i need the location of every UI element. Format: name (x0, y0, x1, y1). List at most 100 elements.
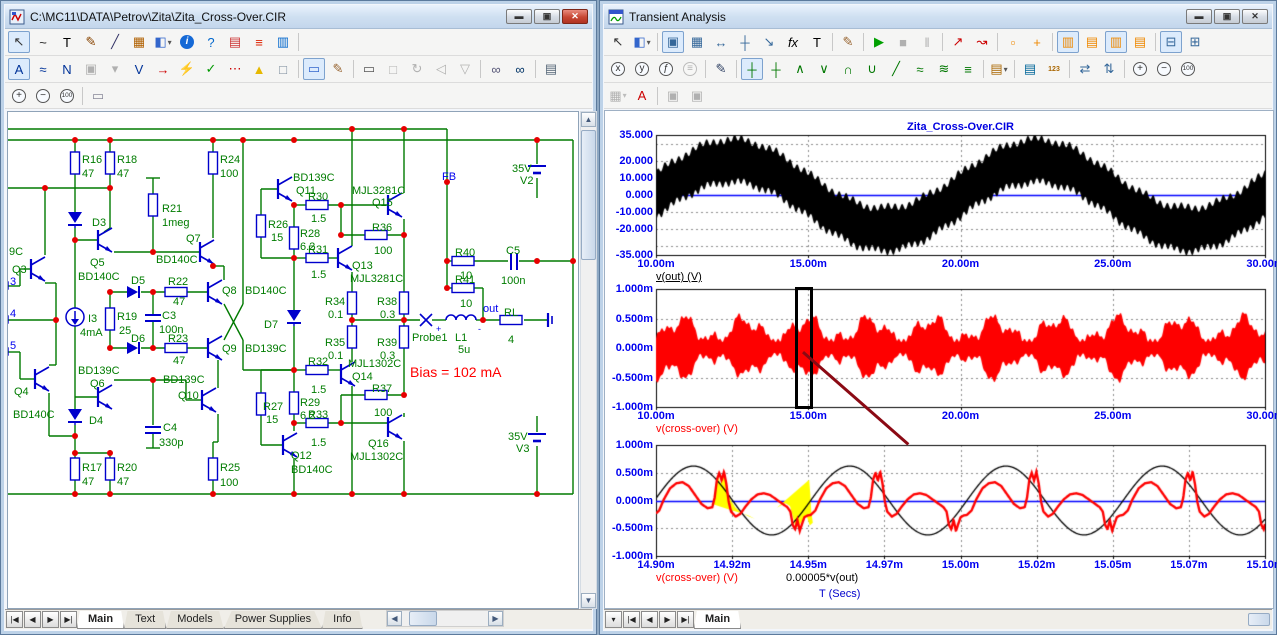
split-cursor-icon[interactable]: ⊞ (1184, 31, 1206, 53)
point-tag-icon[interactable]: ↘ (758, 31, 780, 53)
pin-connections-icon[interactable]: ⋯ (224, 58, 246, 80)
properties-icon[interactable]: ✎ (837, 31, 859, 53)
current-display-icon[interactable]: → (152, 58, 174, 80)
properties-icon[interactable]: ✎ (327, 58, 349, 80)
run-icon[interactable]: ▶ (868, 31, 890, 53)
node-numbers-icon[interactable]: N (56, 58, 78, 80)
find-wave-text-icon[interactable]: ≈ (32, 58, 54, 80)
data-box-icon[interactable]: ▫ (1002, 31, 1024, 53)
node-voltages-icon[interactable]: V (128, 58, 150, 80)
zoom-100-icon[interactable]: 100 (56, 85, 78, 107)
send-back-icon[interactable]: ▣ (686, 85, 708, 107)
copy-icon[interactable]: ▣ (80, 58, 102, 80)
measure-horizontal-icon[interactable]: ⇄ (1074, 58, 1096, 80)
analysis-titlebar[interactable]: Transient Analysis ▬ ▣ ✕ (604, 5, 1272, 29)
close-button[interactable]: ✕ (1242, 9, 1268, 24)
tile-dropdown-icon[interactable]: ▦▾ (607, 85, 629, 107)
high-icon[interactable]: ∩ (837, 58, 859, 80)
zoom-wave-icon[interactable]: ▣ (662, 31, 684, 53)
envelope-icon[interactable]: ≋ (933, 58, 955, 80)
tab-power-supplies[interactable]: Power Supplies (224, 611, 322, 629)
schematic-vertical-scrollbar[interactable]: ▲ ▼ (580, 111, 597, 609)
stop-icon[interactable]: ■ (892, 31, 914, 53)
scroll-right-button[interactable]: ▶ (488, 611, 503, 626)
select-region-icon[interactable]: ▭ (303, 58, 325, 80)
low-icon[interactable]: ∪ (861, 58, 883, 80)
find-binoculars-icon[interactable]: ∞ (509, 58, 531, 80)
graph-paper-icon[interactable]: ▦ (686, 31, 708, 53)
flip-vertical-icon[interactable]: ▽ (454, 58, 476, 80)
branch-icon[interactable]: ≡ (957, 58, 979, 80)
help-icon[interactable]: ? (200, 31, 222, 53)
inflection-icon[interactable]: ≈ (909, 58, 931, 80)
select-box-icon[interactable]: ▭ (358, 58, 380, 80)
zoom-out-icon[interactable]: − (1153, 58, 1175, 80)
zoom-in-icon[interactable]: + (1129, 58, 1151, 80)
data-points-123-icon[interactable]: 123 (1043, 58, 1065, 80)
minimize-button[interactable]: ▬ (1186, 9, 1212, 24)
tab-info[interactable]: Info (322, 611, 362, 629)
fx-icon[interactable]: fx (782, 31, 804, 53)
tab-nav-button[interactable]: ▶| (60, 611, 77, 628)
report-icon[interactable]: ▥ (272, 31, 294, 53)
close-button[interactable]: ✕ (562, 9, 588, 24)
font-icon[interactable]: A (631, 85, 653, 107)
zoom-100-icon[interactable]: 100 (1177, 58, 1199, 80)
schematic-titlebar[interactable]: C:\MC11\DATA\Petrov\Zita\Zita_Cross-Over… (5, 5, 592, 29)
wire-mode-icon[interactable]: ~ (32, 31, 54, 53)
cursor-mode-icon[interactable]: ┼ (734, 31, 756, 53)
scroll-up-button[interactable]: ▲ (581, 112, 596, 127)
select-arrow-icon[interactable]: ↖ (607, 31, 629, 53)
text-mode-icon[interactable]: T (56, 31, 78, 53)
scroll-left-button[interactable]: ◀ (387, 611, 402, 626)
scroll-thumb-fragment[interactable] (1248, 613, 1270, 626)
tab-nav-button[interactable]: ▾ (605, 611, 622, 628)
zoom-in-icon[interactable]: + (8, 85, 30, 107)
scroll-thumb[interactable] (581, 130, 596, 260)
zoom-region-annotation[interactable] (795, 287, 813, 409)
maximize-button[interactable]: ▣ (1214, 9, 1240, 24)
component-dropdown-icon[interactable]: ◧▾ (152, 31, 174, 53)
four-plot-icon[interactable]: ▤ (1129, 31, 1151, 53)
picture-icon[interactable]: ▦ (128, 31, 150, 53)
tab-nav-button[interactable]: ▶ (659, 611, 676, 628)
graphics-line-icon[interactable]: ✎ (80, 31, 102, 53)
pause-icon[interactable]: ‖ (916, 31, 938, 53)
scale-fx-icon[interactable]: ƒ (655, 58, 677, 80)
schematic-canvas[interactable]: R1647R1847R24100R211megD39CQ3345Q5BD140C… (7, 111, 579, 609)
analog-curve-alt-icon[interactable]: ↝ (971, 31, 993, 53)
numeric-output-icon[interactable]: ▤ (1019, 58, 1041, 80)
tab-nav-button[interactable]: ▶ (42, 611, 59, 628)
valley-icon[interactable]: ∨ (813, 58, 835, 80)
rule-check-icon[interactable]: ▤ (224, 31, 246, 53)
notes-icon[interactable]: ▤ (540, 58, 562, 80)
text-mode-icon[interactable]: T (806, 31, 828, 53)
find-binoculars-a-icon[interactable]: ∞ (485, 58, 507, 80)
shape-icon[interactable]: □ (382, 58, 404, 80)
scroll-down-button[interactable]: ▼ (581, 593, 596, 608)
minimize-button[interactable]: ▬ (506, 9, 532, 24)
select-arrow-icon[interactable]: ↖ (8, 31, 30, 53)
maximize-button[interactable]: ▣ (534, 9, 560, 24)
tab-nav-button[interactable]: |◀ (6, 611, 23, 628)
one-plot-icon[interactable]: ▥ (1057, 31, 1079, 53)
analysis-plots-canvas[interactable] (605, 111, 1273, 608)
flip-horizontal-icon[interactable]: ◁ (430, 58, 452, 80)
tab-nav-button[interactable]: ◀ (24, 611, 41, 628)
file-list-icon[interactable]: ≡ (248, 31, 270, 53)
tab-nav-button[interactable]: ▶| (677, 611, 694, 628)
tab-nav-button[interactable]: |◀ (623, 611, 640, 628)
slope-icon[interactable]: ╱ (885, 58, 907, 80)
analog-curve-icon[interactable]: ↗ (947, 31, 969, 53)
warning-icon[interactable]: ▲ (248, 58, 270, 80)
scale-lines-icon[interactable]: ≡ (679, 58, 701, 80)
split-horizontal-icon[interactable]: ⊟ (1160, 31, 1182, 53)
cursor-both-icon[interactable]: ┼ (741, 58, 763, 80)
clipboard-icon[interactable]: ▤▾ (988, 58, 1010, 80)
three-plot-icon[interactable]: ▥ (1105, 31, 1127, 53)
group-plot-icon[interactable]: ▤ (1081, 31, 1103, 53)
axes-box-icon[interactable]: + (1026, 31, 1048, 53)
bring-front-icon[interactable]: ▣ (662, 85, 684, 107)
dropdown-arrow-icon[interactable]: ▾ (104, 58, 126, 80)
info-icon[interactable]: i (176, 31, 198, 53)
